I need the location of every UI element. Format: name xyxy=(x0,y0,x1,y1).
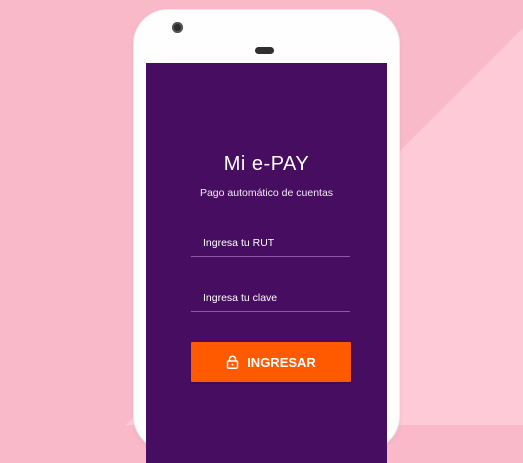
speaker-grille xyxy=(255,47,274,54)
camera-icon xyxy=(172,22,183,33)
app-screen: Mi e-PAY Pago automático de cuentas INGR… xyxy=(146,63,387,463)
app-title: Mi e-PAY xyxy=(223,153,310,175)
lock-icon xyxy=(226,355,239,369)
password-field xyxy=(191,285,350,312)
login-button[interactable]: INGRESAR xyxy=(191,342,351,382)
rut-field xyxy=(191,230,350,257)
password-input[interactable] xyxy=(191,285,350,311)
app-subtitle: Pago automático de cuentas xyxy=(199,187,334,199)
rut-input[interactable] xyxy=(191,230,350,256)
phone-frame: Mi e-PAY Pago automático de cuentas INGR… xyxy=(134,10,399,463)
login-button-label: INGRESAR xyxy=(247,354,316,370)
